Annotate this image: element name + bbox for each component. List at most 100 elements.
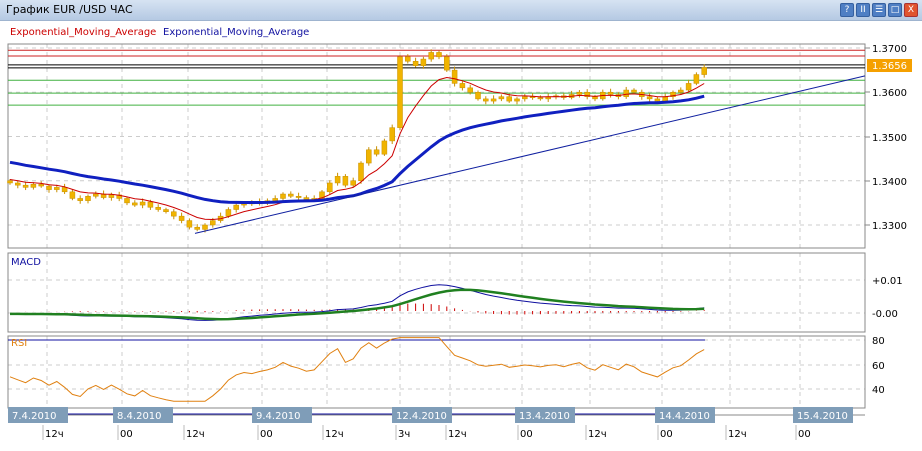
candle	[662, 96, 668, 102]
candle	[623, 89, 629, 97]
candle	[272, 198, 278, 201]
candle	[147, 201, 154, 208]
candle	[467, 87, 473, 93]
candle	[444, 56, 450, 71]
rsi-tick-label: 60	[872, 361, 885, 372]
candle	[38, 184, 44, 187]
hour-label: 00	[120, 429, 133, 440]
date-label: 8.4.2010	[117, 411, 162, 422]
candle	[342, 176, 349, 186]
candle	[132, 202, 138, 206]
candle	[139, 201, 146, 206]
candle	[288, 193, 294, 197]
candle	[54, 187, 60, 190]
legend-ema-slow: Exponential_Moving_Average	[163, 27, 309, 38]
candle	[178, 215, 185, 221]
hour-label: 00	[520, 429, 533, 440]
candle	[451, 69, 458, 84]
candle	[420, 58, 427, 66]
candle	[295, 195, 302, 198]
candle	[631, 89, 637, 93]
candle	[436, 52, 442, 58]
candle	[646, 96, 653, 100]
trendline	[194, 75, 866, 234]
candle	[490, 98, 497, 102]
candle	[108, 194, 115, 198]
candle	[69, 191, 76, 199]
candle	[701, 67, 707, 75]
candle	[171, 211, 177, 217]
candle	[15, 182, 21, 186]
hour-label: 00	[260, 429, 273, 440]
candle	[537, 97, 544, 100]
candle	[210, 220, 216, 226]
candle	[163, 209, 169, 212]
hour-label: 3ч	[398, 429, 410, 440]
ema-slow-line	[9, 94, 705, 204]
price-panel	[7, 43, 866, 249]
candle	[506, 96, 512, 102]
candle	[693, 74, 700, 84]
candle	[186, 220, 193, 228]
y-tick-label: 1.3700	[872, 44, 907, 55]
candle	[350, 180, 356, 186]
candle	[155, 207, 161, 210]
rsi-tick-label: 40	[872, 385, 885, 396]
rsi-line	[9, 337, 705, 402]
candle	[607, 92, 614, 95]
candle	[280, 193, 286, 199]
candle	[397, 56, 403, 128]
candle	[202, 224, 208, 230]
hour-label: 12ч	[325, 429, 344, 440]
macd-tick-label: +0.01	[872, 276, 903, 287]
y-tick-label: 1.3300	[872, 221, 907, 232]
candle	[85, 195, 91, 201]
candle	[358, 162, 364, 182]
candle	[685, 83, 692, 91]
date-label: 15.4.2010	[797, 411, 848, 422]
candle	[77, 198, 83, 201]
candle	[459, 83, 466, 89]
candle	[592, 96, 598, 100]
candle	[225, 209, 232, 217]
candle	[514, 98, 520, 102]
hour-label: 00	[798, 429, 811, 440]
candle	[327, 182, 333, 193]
candle	[678, 89, 684, 93]
candle	[124, 198, 130, 204]
date-label: 12.4.2010	[396, 411, 447, 422]
hour-label: 12ч	[45, 429, 64, 440]
legend-ema-fast: Exponential_Moving_Average	[10, 27, 156, 38]
candle	[381, 140, 388, 155]
y-tick-label: 1.3500	[872, 133, 907, 144]
candle	[373, 149, 380, 155]
candle	[576, 92, 583, 95]
candle	[22, 184, 29, 188]
candle	[7, 180, 13, 184]
hour-label: 00	[660, 429, 673, 440]
rsi-panel	[7, 335, 866, 409]
rsi-label: RSI	[11, 338, 27, 349]
candle	[61, 187, 68, 193]
candle	[428, 52, 434, 60]
candle	[303, 197, 310, 200]
date-label: 7.4.2010	[12, 411, 57, 422]
macd-tick-label: -0.00	[872, 309, 898, 320]
hour-label: 12ч	[186, 429, 205, 440]
macd-label: MACD	[11, 257, 41, 268]
hour-label: 12ч	[728, 429, 747, 440]
candle	[93, 193, 99, 197]
y-tick-label: 1.3400	[872, 177, 907, 188]
candle	[389, 127, 395, 142]
chart-area[interactable]: Exponential_Moving_Average Exponential_M…	[0, 0, 922, 451]
candle	[483, 98, 489, 102]
candle	[522, 96, 528, 100]
rsi-tick-label: 80	[872, 336, 885, 347]
candle	[30, 184, 37, 188]
candle	[334, 176, 341, 184]
date-label: 14.4.2010	[659, 411, 710, 422]
candle	[654, 98, 661, 102]
date-label: 9.4.2010	[256, 411, 301, 422]
candle	[194, 226, 200, 230]
date-label: 13.4.2010	[519, 411, 570, 422]
